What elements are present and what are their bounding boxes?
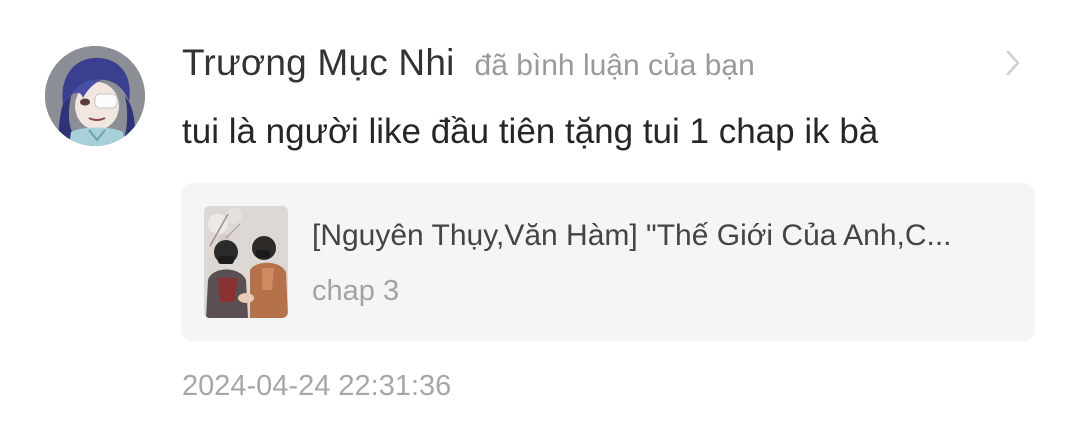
avatar-image: [45, 46, 145, 146]
story-chapter: chap 3: [312, 275, 400, 307]
timestamp: 2024-04-24 22:31:36: [182, 370, 452, 402]
story-title: [Nguyên Thụy,Văn Hàm] "Thế Giới Của Anh,…: [312, 219, 952, 252]
comment-notification-screen: Trương Mục Nhi đã bình luận của bạn tui …: [0, 0, 1080, 445]
user-name[interactable]: Trương Mục Nhi: [182, 42, 455, 84]
avatar[interactable]: [45, 46, 145, 146]
comment-text: tui là người like đầu tiên tặng tui 1 ch…: [182, 112, 879, 151]
notification-header: Trương Mục Nhi đã bình luận của bạn: [182, 42, 755, 92]
action-text: đã bình luận của bạn: [474, 49, 755, 82]
story-cover-image: [204, 206, 288, 318]
story-card[interactable]: [Nguyên Thụy,Văn Hàm] "Thế Giới Của Anh,…: [181, 183, 1035, 341]
chevron-right-icon[interactable]: [998, 46, 1028, 80]
